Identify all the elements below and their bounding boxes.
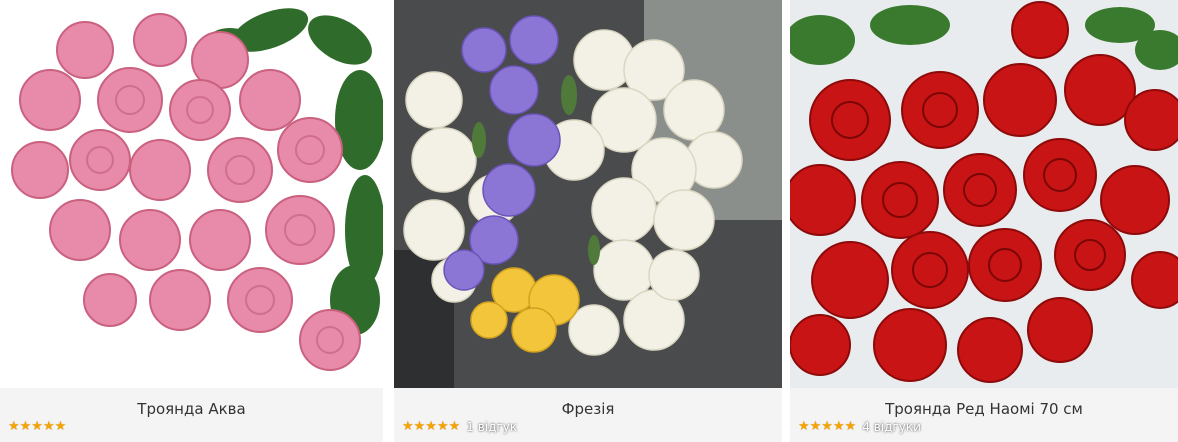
product-card-red-naomi-rose[interactable]: ★★★★★ 4 відгуки Троянда Ред Наомі 70 см	[790, 0, 1178, 442]
product-image-freesia[interactable]	[394, 0, 782, 388]
product-card-aqua-rose[interactable]: ★★★★★ Троянда Аква	[0, 0, 383, 442]
product-image-red-roses[interactable]	[790, 0, 1178, 388]
product-title[interactable]: Троянда Аква	[0, 388, 383, 430]
product-title[interactable]: Троянда Ред Наомі 70 см	[790, 388, 1178, 430]
product-image-pink-roses[interactable]	[0, 0, 383, 388]
product-grid: ★★★★★ Троянда Аква ★★★★★ 1 відгук Фрезія…	[0, 0, 1178, 442]
product-card-freesia[interactable]: ★★★★★ 1 відгук Фрезія	[394, 0, 782, 442]
product-title[interactable]: Фрезія	[394, 388, 782, 430]
